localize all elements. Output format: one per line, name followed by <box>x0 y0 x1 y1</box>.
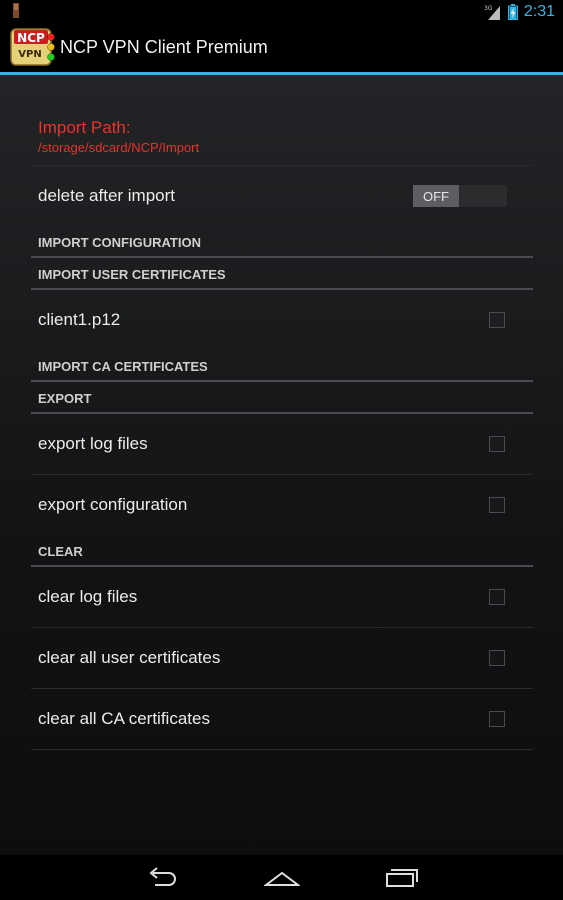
settings-content: Import Path: /storage/sdcard/NCP/Import … <box>0 75 563 855</box>
section-header-label: EXPORT <box>38 391 92 406</box>
section-header-clear: CLEAR <box>31 535 533 567</box>
usb-debug-icon <box>13 3 19 18</box>
battery-charging-icon <box>507 4 518 20</box>
export-configuration-checkbox[interactable] <box>489 497 505 513</box>
section-header-label: CLEAR <box>38 544 83 559</box>
section-header-label: IMPORT CONFIGURATION <box>38 235 201 250</box>
import-path-title: Import Path: <box>38 118 131 137</box>
section-header-import-user-certificates: IMPORT USER CERTIFICATES <box>31 258 533 290</box>
export-log-files-checkbox[interactable] <box>489 436 505 452</box>
clear-user-certificates-label: clear all user certificates <box>38 648 221 667</box>
svg-text:NCP: NCP <box>17 31 45 45</box>
import-path-item[interactable]: Import Path: /storage/sdcard/NCP/Import <box>31 75 533 165</box>
section-header-export: EXPORT <box>31 382 533 414</box>
clear-user-certificates-row[interactable]: clear all user certificates <box>31 627 533 688</box>
section-header-label: IMPORT USER CERTIFICATES <box>38 267 226 282</box>
delete-after-import-row[interactable]: delete after import OFF <box>31 165 533 226</box>
signal-3g-icon: 3G <box>484 5 500 20</box>
export-log-files-row[interactable]: export log files <box>31 414 533 474</box>
delete-after-import-toggle[interactable]: OFF <box>413 185 507 207</box>
home-icon[interactable] <box>264 865 300 889</box>
svg-text:VPN: VPN <box>18 49 41 60</box>
back-icon[interactable] <box>143 865 179 889</box>
user-certificate-row[interactable]: client1.p12 <box>31 290 533 350</box>
import-path-value: /storage/sdcard/NCP/Import <box>38 140 200 155</box>
clear-ca-certificates-label: clear all CA certificates <box>38 709 210 728</box>
clear-ca-certificates-checkbox[interactable] <box>489 711 505 727</box>
clear-log-files-row[interactable]: clear log files <box>31 567 533 627</box>
delete-after-import-label: delete after import <box>38 186 176 205</box>
action-bar: NCP VPN NCP VPN Client Premium <box>0 24 563 75</box>
status-time: 2:31 <box>523 3 555 20</box>
settings-list: Import Path: /storage/sdcard/NCP/Import … <box>31 75 533 750</box>
user-certificate-label: client1.p12 <box>38 310 121 329</box>
export-configuration-label: export configuration <box>38 495 188 514</box>
svg-text:3G: 3G <box>484 5 493 12</box>
status-bar: 3G 2:31 <box>0 0 563 24</box>
clear-log-files-label: clear log files <box>38 587 138 606</box>
section-header-import-configuration: IMPORT CONFIGURATION <box>31 226 533 258</box>
user-certificate-checkbox[interactable] <box>489 312 505 328</box>
navigation-bar <box>0 855 563 900</box>
export-configuration-row[interactable]: export configuration <box>31 474 533 535</box>
section-header-label: IMPORT CA CERTIFICATES <box>38 359 208 374</box>
clear-user-certificates-checkbox[interactable] <box>489 650 505 666</box>
section-header-import-ca-certificates: IMPORT CA CERTIFICATES <box>31 350 533 382</box>
status-icons: 3G 2:31 <box>484 2 555 22</box>
app-logo-icon[interactable]: NCP VPN <box>10 26 58 72</box>
recent-apps-icon[interactable] <box>384 865 420 889</box>
export-log-files-label: export log files <box>38 434 148 453</box>
clear-ca-certificates-row[interactable]: clear all CA certificates <box>31 688 533 750</box>
app-title: NCP VPN Client Premium <box>60 37 268 57</box>
toggle-state-label: OFF <box>413 185 459 207</box>
clear-log-files-checkbox[interactable] <box>489 589 505 605</box>
